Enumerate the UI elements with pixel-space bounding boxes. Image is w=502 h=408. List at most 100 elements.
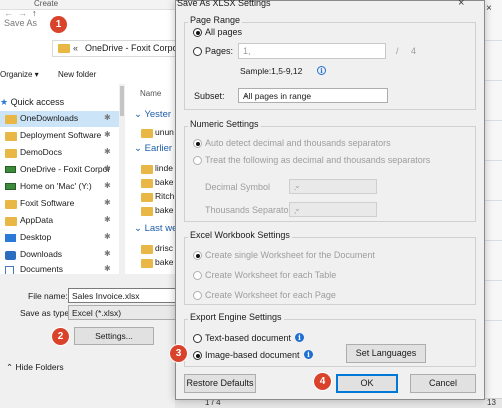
sidebar-item-downloads[interactable]: Downloads ✱ <box>0 247 122 263</box>
quick-access[interactable]: ★ Quick access <box>0 97 64 108</box>
close-icon[interactable]: × <box>486 3 492 14</box>
chevron-down-icon: ⌄ <box>294 181 301 190</box>
info-icon[interactable]: i <box>304 350 313 359</box>
group-header-last-week[interactable]: ⌄ Last we <box>134 223 177 234</box>
sidebar-item-label: Downloads <box>20 249 63 259</box>
sidebar-item-deployment-software[interactable]: Deployment Software ✱ <box>0 128 122 144</box>
create-label: Create <box>34 0 59 8</box>
sample-text: Sample:1,5-9,12 <box>240 66 303 76</box>
auto-detect-label[interactable]: Auto detect decimal and thousands separa… <box>205 138 391 148</box>
subset-select[interactable]: All pages in range ⌄ <box>238 88 388 103</box>
pages-radio[interactable] <box>193 47 202 56</box>
save-as-title-bar: Save As <box>0 10 180 36</box>
pages-input-value: 1, <box>243 46 251 56</box>
sidebar-item-home-on-mac[interactable]: Home on 'Mac' (Y:) ✱ <box>0 179 122 195</box>
forward-arrow-icon[interactable]: → <box>18 8 27 18</box>
image-based-radio[interactable] <box>193 351 202 360</box>
sidebar-item-label: DemoDocs <box>20 147 63 157</box>
step-marker-1: 1 <box>50 16 67 33</box>
folder-icon <box>5 200 17 209</box>
group-label: Earlier <box>144 143 173 154</box>
pin-icon: ✱ <box>104 113 111 122</box>
image-based-label[interactable]: Image-based document <box>205 350 300 360</box>
all-pages-radio[interactable] <box>193 28 202 37</box>
export-engine-label: Export Engine Settings <box>188 312 284 322</box>
pin-icon: ✱ <box>104 232 111 241</box>
file-name: drisc <box>155 243 173 253</box>
chevron-down-icon: ⌄ <box>243 90 250 99</box>
chevron-down-icon: ⌄ <box>134 223 142 234</box>
pin-icon: ✱ <box>104 164 111 173</box>
worksheet-per-table-label[interactable]: Create Worksheet for each Table <box>205 270 336 280</box>
up-arrow-icon[interactable]: ↑ <box>32 8 37 18</box>
worksheet-per-page-radio[interactable] <box>193 291 202 300</box>
dialog-close-icon[interactable]: × <box>458 0 464 9</box>
sidebar-item-demodocs[interactable]: DemoDocs ✱ <box>0 145 122 161</box>
address-path: OneDrive - Foxit Corporat <box>85 43 189 53</box>
text-based-radio[interactable] <box>193 334 202 343</box>
chevron-down-icon: ⌄ <box>134 109 142 120</box>
restore-defaults-button[interactable]: Restore Defaults <box>184 374 256 393</box>
column-header-name[interactable]: Name <box>140 89 161 98</box>
downloads-icon <box>5 251 16 260</box>
divider <box>485 320 502 321</box>
worksheet-per-page-label[interactable]: Create Worksheet for each Page <box>205 290 336 300</box>
drive-icon <box>5 166 16 173</box>
sidebar-item-appdata[interactable]: AppData ✱ <box>0 213 122 229</box>
organize-button[interactable]: Organize ▾ <box>0 70 39 79</box>
sidebar-item-onedrive[interactable]: OneDrive - Foxit Corpor ✱ <box>0 162 122 178</box>
group-label: Yester <box>144 109 172 120</box>
text-based-label[interactable]: Text-based document <box>205 333 291 343</box>
group-header-yesterday[interactable]: ⌄ Yester <box>134 109 171 120</box>
treat-separators-label[interactable]: Treat the following as decimal and thous… <box>205 155 430 165</box>
document-background <box>485 0 502 408</box>
folder-icon <box>141 129 153 138</box>
set-languages-button[interactable]: Set Languages <box>346 344 426 363</box>
sidebar-item-onedownloads[interactable]: OneDownloads ✱ <box>0 111 122 127</box>
save-as-type-label: Save as type: <box>20 308 72 318</box>
file-name: Ritch <box>155 191 175 201</box>
all-pages-label[interactable]: All pages <box>205 27 242 37</box>
file-list-horizontal-scrollbar[interactable] <box>0 274 180 282</box>
pages-input[interactable]: 1, <box>238 43 386 59</box>
new-folder-button[interactable]: New folder <box>58 70 96 79</box>
file-name: bake <box>155 177 174 187</box>
sidebar-item-desktop[interactable]: Desktop ✱ <box>0 230 122 246</box>
decimal-symbol-select[interactable]: . ⌄ <box>289 179 377 194</box>
save-as-title: Save As <box>4 18 38 28</box>
settings-button[interactable]: Settings... <box>74 327 154 345</box>
worksheet-per-table-radio[interactable] <box>193 271 202 280</box>
subset-label: Subset: <box>194 91 225 101</box>
hide-folders-button[interactable]: ⌃ Hide Folders <box>6 362 64 373</box>
folder-icon <box>5 115 17 124</box>
ok-button[interactable]: OK <box>336 374 398 393</box>
auto-detect-radio[interactable] <box>193 139 202 148</box>
single-worksheet-label[interactable]: Create single Worksheet for the Document <box>205 250 375 260</box>
file-name-input[interactable]: Sales Invoice.xlsx <box>68 288 180 303</box>
single-worksheet-radio[interactable] <box>193 251 202 260</box>
folder-icon <box>141 207 153 216</box>
file-name: linde <box>155 163 173 173</box>
pages-label[interactable]: Pages: <box>205 46 233 56</box>
status-number: 13 <box>487 398 496 407</box>
info-icon[interactable]: i <box>295 333 304 342</box>
sidebar-item-label: Home on 'Mac' (Y:) <box>20 181 92 191</box>
cancel-button[interactable]: Cancel <box>410 374 476 393</box>
save-as-type-select[interactable]: Excel (*.xlsx) <box>68 305 180 320</box>
group-header-earlier[interactable]: ⌄ Earlier <box>134 143 172 154</box>
divider <box>485 280 502 281</box>
sidebar-item-label: Deployment Software <box>20 130 102 140</box>
treat-separators-radio[interactable] <box>193 156 202 165</box>
back-arrow-icon[interactable]: ← <box>4 8 13 18</box>
step-marker-2: 2 <box>52 328 69 345</box>
address-bar[interactable]: « OneDrive - Foxit Corporat <box>52 40 188 57</box>
sidebar-item-label: OneDrive - Foxit Corpor <box>20 164 111 174</box>
folder-icon <box>141 245 153 254</box>
info-icon[interactable]: i <box>317 66 326 75</box>
dialog-title: Save As XLSX Settings <box>177 0 271 8</box>
step-marker-4: 4 <box>314 373 331 390</box>
thousands-separator-select[interactable]: , ⌄ <box>289 202 377 217</box>
file-name: bake <box>155 205 174 215</box>
nav-pane-scroll-thumb[interactable] <box>120 86 124 116</box>
sidebar-item-foxit-software[interactable]: Foxit Software ✱ <box>0 196 122 212</box>
